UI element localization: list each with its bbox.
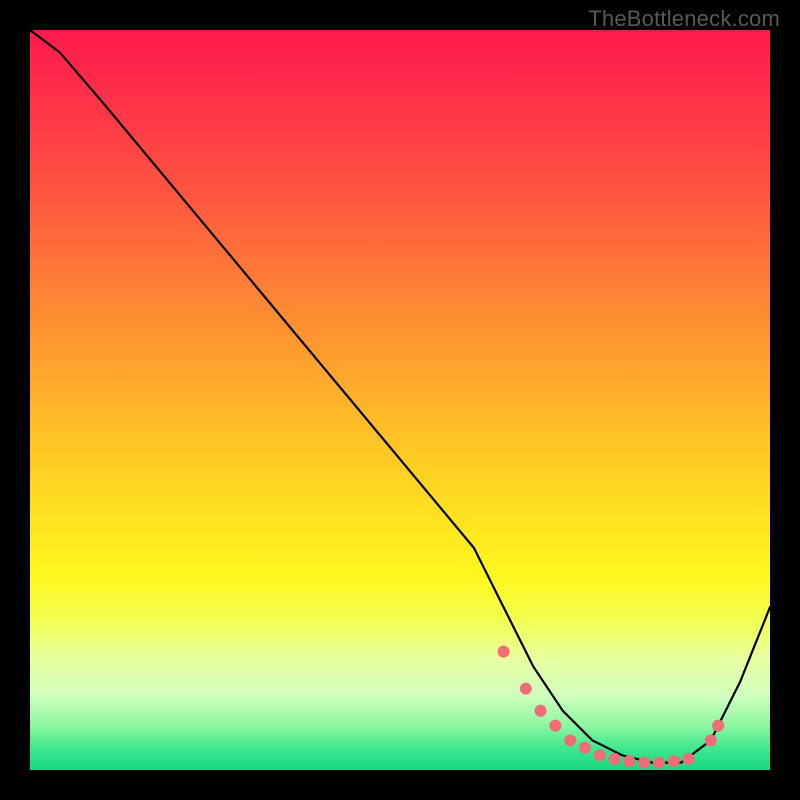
marker-dot [683, 753, 695, 765]
marker-dot [668, 755, 680, 767]
marker-dot [638, 757, 650, 769]
marker-dot [535, 705, 547, 717]
marker-dot [579, 742, 591, 754]
marker-dot [520, 683, 532, 695]
watermark-text: TheBottleneck.com [588, 6, 780, 32]
marker-dot [705, 734, 717, 746]
curve-layer [30, 30, 770, 770]
marker-dot [653, 757, 665, 769]
marker-dot [564, 734, 576, 746]
marker-dot [609, 753, 621, 765]
marker-dot [498, 646, 510, 658]
marker-dot [549, 720, 561, 732]
marker-dot [712, 720, 724, 732]
marker-dot [594, 749, 606, 761]
marker-dot [623, 755, 635, 767]
chart-frame: TheBottleneck.com [0, 0, 800, 800]
gradient-plot-area [30, 30, 770, 770]
curve-path [30, 30, 770, 763]
